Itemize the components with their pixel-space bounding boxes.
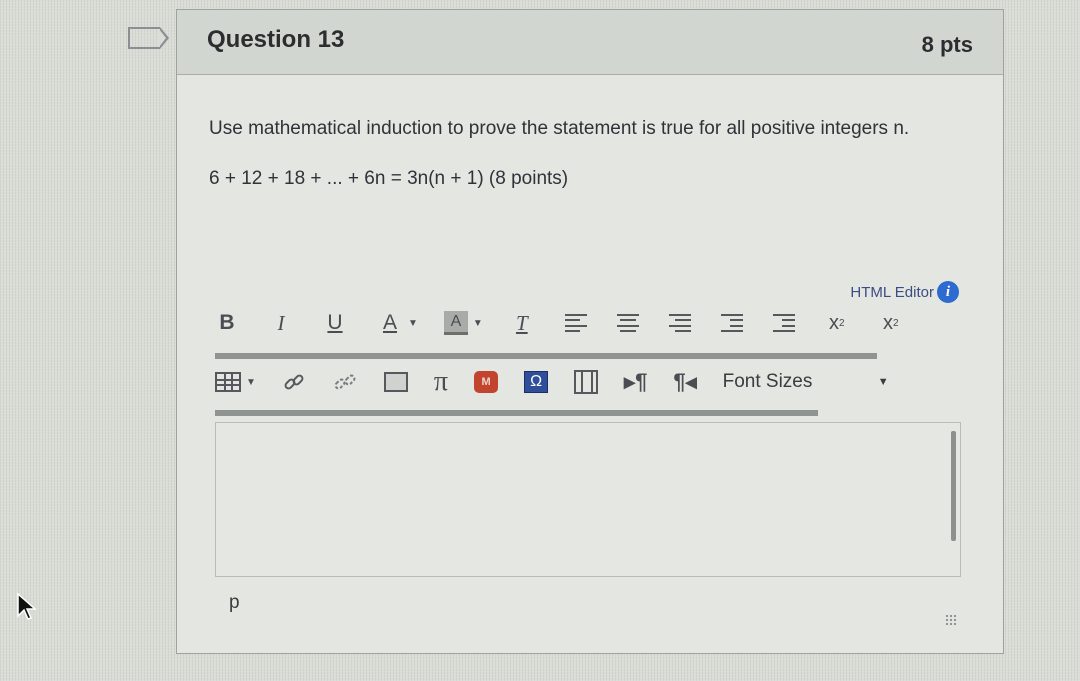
answer-editor[interactable] (215, 422, 961, 577)
subscript-label[interactable]: x (883, 312, 893, 335)
question-statement: 6 + 12 + 18 + ... + 6n = 3n(n + 1) (8 po… (209, 168, 569, 189)
superscript-label[interactable]: x (829, 312, 839, 335)
insert-toolbar: ▼ π M Ω ▸¶ ¶◂ Font Sizes ▼ (215, 362, 955, 402)
table-icon[interactable] (215, 372, 241, 392)
info-icon[interactable]: i (937, 281, 959, 303)
question-points: 8 pts (921, 32, 973, 57)
outdent-icon[interactable] (720, 314, 743, 332)
unlink-icon[interactable] (332, 367, 358, 397)
question-prompt: Use mathematical induction to prove the … (209, 118, 910, 139)
resize-handle-icon[interactable] (945, 614, 957, 626)
question-card: Question 13 8 pts Use mathematical induc… (176, 9, 1004, 654)
ltr-pilcrow-icon[interactable]: ▸¶ (624, 367, 647, 397)
subscript-button[interactable]: x2 (879, 308, 903, 338)
table-button[interactable]: ▼ (215, 367, 256, 397)
pi-equation-icon[interactable]: π (434, 366, 448, 397)
align-left-icon[interactable] (564, 314, 587, 332)
toolbar-divider-2 (215, 410, 818, 416)
editor-scrollbar[interactable] (951, 431, 956, 541)
indent-icon[interactable] (772, 314, 795, 332)
toolbar-divider (215, 353, 877, 359)
html-editor-toggle[interactable]: HTML Editor i (850, 281, 959, 303)
font-sizes-dropdown-icon[interactable]: ▼ (878, 376, 889, 388)
bold-button[interactable]: B (215, 308, 239, 338)
image-button[interactable] (383, 367, 408, 397)
question-title: Question 13 (207, 26, 345, 53)
embed-button[interactable] (574, 367, 599, 397)
font-sizes-select[interactable]: Font Sizes ▼ (723, 371, 889, 393)
background-color-dropdown-icon[interactable]: ▼ (473, 318, 483, 329)
media-icon[interactable]: M (474, 371, 499, 393)
mouse-cursor-icon (17, 592, 37, 620)
align-center-icon[interactable] (616, 314, 639, 332)
font-color-dropdown-icon[interactable]: ▼ (408, 318, 418, 329)
formatting-toolbar: B I U A ▼ A ▼ T x2 x2 (215, 306, 975, 340)
table-dropdown-icon[interactable]: ▼ (246, 377, 256, 388)
image-icon[interactable] (383, 372, 408, 392)
italic-button[interactable]: I (269, 308, 293, 338)
background-color-button[interactable]: A (443, 311, 468, 335)
link-icon[interactable] (282, 367, 306, 397)
element-path-label: p (229, 592, 240, 613)
html-editor-label[interactable]: HTML Editor (850, 284, 934, 301)
flag-question-icon[interactable] (128, 27, 169, 49)
film-icon[interactable] (574, 370, 599, 394)
underline-button[interactable]: U (323, 308, 347, 338)
clear-formatting-button[interactable]: T (509, 308, 535, 338)
font-color-button[interactable]: A (377, 308, 403, 338)
omega-icon[interactable]: Ω (524, 371, 549, 393)
align-right-icon[interactable] (668, 314, 691, 332)
question-header: Question 13 8 pts (177, 10, 1003, 75)
rtl-pilcrow-icon[interactable]: ¶◂ (673, 367, 696, 397)
superscript-button[interactable]: x2 (825, 308, 849, 338)
font-sizes-label[interactable]: Font Sizes (723, 371, 813, 393)
